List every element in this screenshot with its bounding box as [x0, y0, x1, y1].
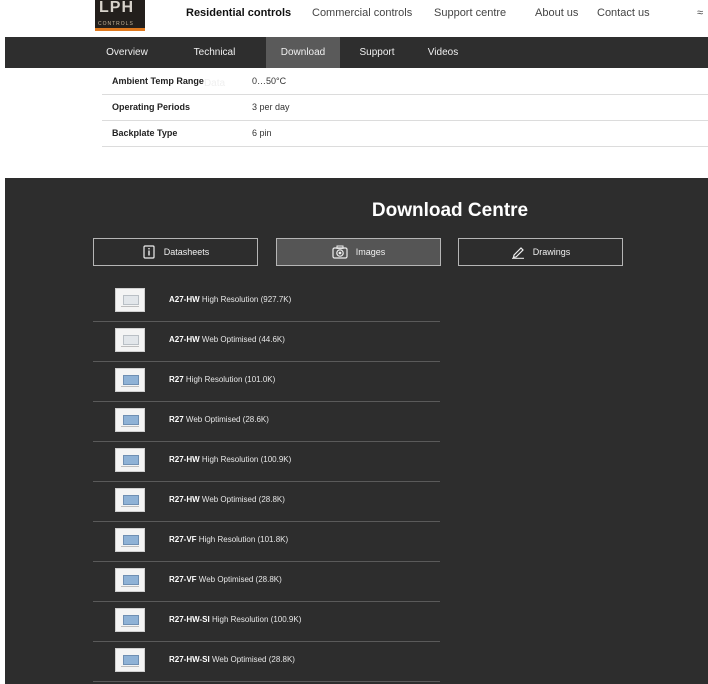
- file-link[interactable]: R27 Web Optimised (28.6K): [169, 415, 269, 424]
- file-link[interactable]: R27 High Resolution (101.0K): [169, 375, 275, 384]
- nav-contact-us[interactable]: Contact us: [597, 6, 650, 20]
- file-description: Web Optimised (44.6K): [201, 335, 285, 344]
- list-item[interactable]: R27-VF Web Optimised (28.8K): [93, 562, 440, 602]
- file-model: A27-HW: [169, 295, 200, 304]
- tab-support[interactable]: Support: [351, 37, 403, 68]
- file-description: High Resolution (100.9K): [201, 455, 292, 464]
- file-link[interactable]: R27-HW-SI Web Optimised (28.8K): [169, 655, 295, 664]
- file-link[interactable]: A27-HW Web Optimised (44.6K): [169, 335, 285, 344]
- file-link[interactable]: R27-VF Web Optimised (28.8K): [169, 575, 282, 584]
- file-model: A27-HW: [169, 335, 200, 344]
- file-link[interactable]: R27-HW Web Optimised (28.8K): [169, 495, 285, 504]
- thermostat-thumbnail: [115, 408, 145, 432]
- tab-drawings[interactable]: Drawings: [458, 238, 623, 266]
- logo-subtext: CONTROLS: [98, 21, 134, 27]
- spec-row: Ambient Temp Range 0…50°C: [102, 69, 708, 95]
- list-item[interactable]: R27-HW-SI High Resolution (100.9K): [93, 602, 440, 642]
- camera-icon: [332, 245, 348, 259]
- spec-label: Operating Periods: [112, 102, 191, 112]
- thermostat-thumbnail: [115, 488, 145, 512]
- file-link[interactable]: R27-VF High Resolution (101.8K): [169, 535, 288, 544]
- file-model: R27-HW: [169, 455, 200, 464]
- tab-datasheets-label: Datasheets: [163, 247, 210, 257]
- file-link[interactable]: R27-HW-SI High Resolution (100.9K): [169, 615, 301, 624]
- list-item[interactable]: R27-VF High Resolution (101.8K): [93, 522, 440, 562]
- spec-value: 0…50°C: [252, 76, 287, 86]
- site-header: LPH CONTROLS Residential controls Commer…: [0, 0, 708, 37]
- thermostat-thumbnail: [115, 608, 145, 632]
- list-item[interactable]: R27 High Resolution (101.0K): [93, 362, 440, 402]
- file-model: R27-HW-SI: [169, 615, 210, 624]
- list-item[interactable]: R27-HW Web Optimised (28.8K): [93, 482, 440, 522]
- tab-datasheets[interactable]: Datasheets: [93, 238, 258, 266]
- thermostat-thumbnail: [115, 648, 145, 672]
- thermostat-thumbnail: [115, 288, 145, 312]
- tab-overview[interactable]: Overview: [102, 37, 152, 68]
- file-description: High Resolution (927.7K): [201, 295, 292, 304]
- file-model: R27-HW: [169, 495, 200, 504]
- download-centre-title: Download Centre: [371, 200, 529, 221]
- file-description: High Resolution (101.0K): [185, 375, 276, 384]
- tab-videos[interactable]: Videos: [423, 37, 463, 68]
- spec-label: Ambient Temp Range: [112, 76, 204, 86]
- file-model: R27: [169, 415, 184, 424]
- file-model: R27-HW-SI: [169, 655, 210, 664]
- thermostat-thumbnail: [115, 448, 145, 472]
- datasheet-icon: [142, 245, 156, 259]
- tab-images-label: Images: [355, 247, 386, 257]
- file-description: Web Optimised (28.8K): [211, 655, 295, 664]
- product-subnav: Overview Technical Data Download Support…: [5, 37, 708, 89]
- download-centre: Download Centre Datasheets Images Drawin…: [5, 178, 708, 684]
- site-logo[interactable]: LPH CONTROLS: [95, 0, 145, 31]
- tab-download[interactable]: Download: [266, 37, 340, 68]
- nav-about-us[interactable]: About us: [535, 6, 578, 20]
- spec-row: Operating Periods 3 per day: [102, 95, 708, 121]
- logo-wordmark: LPH: [99, 0, 134, 16]
- tab-images[interactable]: Images: [276, 238, 441, 266]
- list-item[interactable]: A27-HW High Resolution (927.7K): [93, 282, 440, 322]
- file-model: R27-VF: [169, 575, 197, 584]
- spec-row: Backplate Type 6 pin: [102, 121, 708, 147]
- spec-value: 3 per day: [252, 102, 290, 112]
- file-link[interactable]: R27-HW High Resolution (100.9K): [169, 455, 291, 464]
- thermostat-thumbnail: [115, 368, 145, 392]
- file-model: R27: [169, 375, 184, 384]
- image-file-list: A27-HW High Resolution (927.7K) A27-HW W…: [93, 282, 440, 682]
- spec-label: Backplate Type: [112, 128, 178, 138]
- thermostat-thumbnail: [115, 328, 145, 352]
- nav-commercial-controls[interactable]: Commercial controls: [312, 6, 412, 20]
- spec-value: 6 pin: [252, 128, 272, 138]
- nav-residential-controls[interactable]: Residential controls: [186, 6, 291, 20]
- technical-specs-table: Ambient Temp Range 0…50°C Operating Peri…: [102, 69, 708, 147]
- list-item[interactable]: A27-HW Web Optimised (44.6K): [93, 322, 440, 362]
- nav-support-centre[interactable]: Support centre: [434, 6, 506, 20]
- nav-more-icon[interactable]: ≈: [697, 6, 703, 20]
- pencil-icon: [511, 245, 525, 259]
- file-description: Web Optimised (28.8K): [198, 575, 282, 584]
- file-model: R27-VF: [169, 535, 197, 544]
- file-description: Web Optimised (28.6K): [185, 415, 269, 424]
- thermostat-thumbnail: [115, 568, 145, 592]
- list-item[interactable]: R27-HW High Resolution (100.9K): [93, 442, 440, 482]
- list-item[interactable]: R27-HW-SI Web Optimised (28.8K): [93, 642, 440, 682]
- file-link[interactable]: A27-HW High Resolution (927.7K): [169, 295, 291, 304]
- file-description: Web Optimised (28.8K): [201, 495, 285, 504]
- file-description: High Resolution (101.8K): [198, 535, 289, 544]
- tab-drawings-label: Drawings: [532, 247, 571, 257]
- thermostat-thumbnail: [115, 528, 145, 552]
- tab-technical-data[interactable]: Technical Data: [182, 37, 247, 89]
- file-description: High Resolution (100.9K): [211, 615, 302, 624]
- list-item[interactable]: R27 Web Optimised (28.6K): [93, 402, 440, 442]
